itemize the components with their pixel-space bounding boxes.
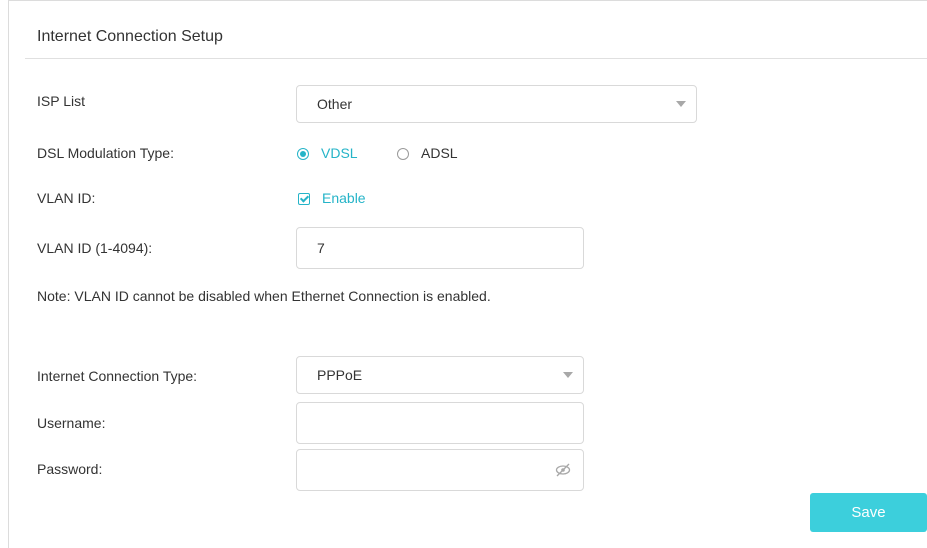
- isp-list-value: Other: [317, 96, 353, 112]
- dsl-modulation-label: DSL Modulation Type:: [37, 145, 174, 161]
- password-input[interactable]: [296, 449, 584, 491]
- connection-type-select[interactable]: PPPoE: [296, 356, 584, 394]
- eye-slash-icon[interactable]: [555, 462, 571, 478]
- connection-type-value: PPPoE: [317, 367, 363, 383]
- vlan-enable-label[interactable]: Enable: [322, 190, 366, 206]
- radio-vdsl[interactable]: [297, 148, 309, 160]
- username-input[interactable]: [296, 402, 584, 444]
- password-label: Password:: [37, 461, 103, 477]
- save-button[interactable]: Save: [810, 493, 927, 532]
- vlan-id-range-label: VLAN ID (1-4094):: [37, 240, 153, 256]
- vlan-id-label: VLAN ID:: [37, 190, 96, 206]
- radio-vdsl-label[interactable]: VDSL: [321, 145, 358, 161]
- chevron-down-icon: [676, 101, 686, 107]
- username-label: Username:: [37, 415, 106, 431]
- section-divider: [25, 58, 927, 59]
- vlan-note: Note: VLAN ID cannot be disabled when Et…: [37, 288, 491, 304]
- radio-adsl-label[interactable]: ADSL: [421, 145, 458, 161]
- chevron-down-icon: [563, 372, 573, 378]
- vlan-id-input[interactable]: 7: [296, 227, 584, 269]
- radio-adsl[interactable]: [397, 148, 409, 160]
- vlan-id-value: 7: [317, 240, 325, 256]
- section-title: Internet Connection Setup: [37, 28, 223, 45]
- isp-list-label: ISP List: [37, 93, 85, 109]
- connection-type-label: Internet Connection Type:: [37, 368, 198, 384]
- isp-list-select[interactable]: Other: [296, 85, 697, 123]
- vlan-enable-checkbox[interactable]: [298, 193, 310, 205]
